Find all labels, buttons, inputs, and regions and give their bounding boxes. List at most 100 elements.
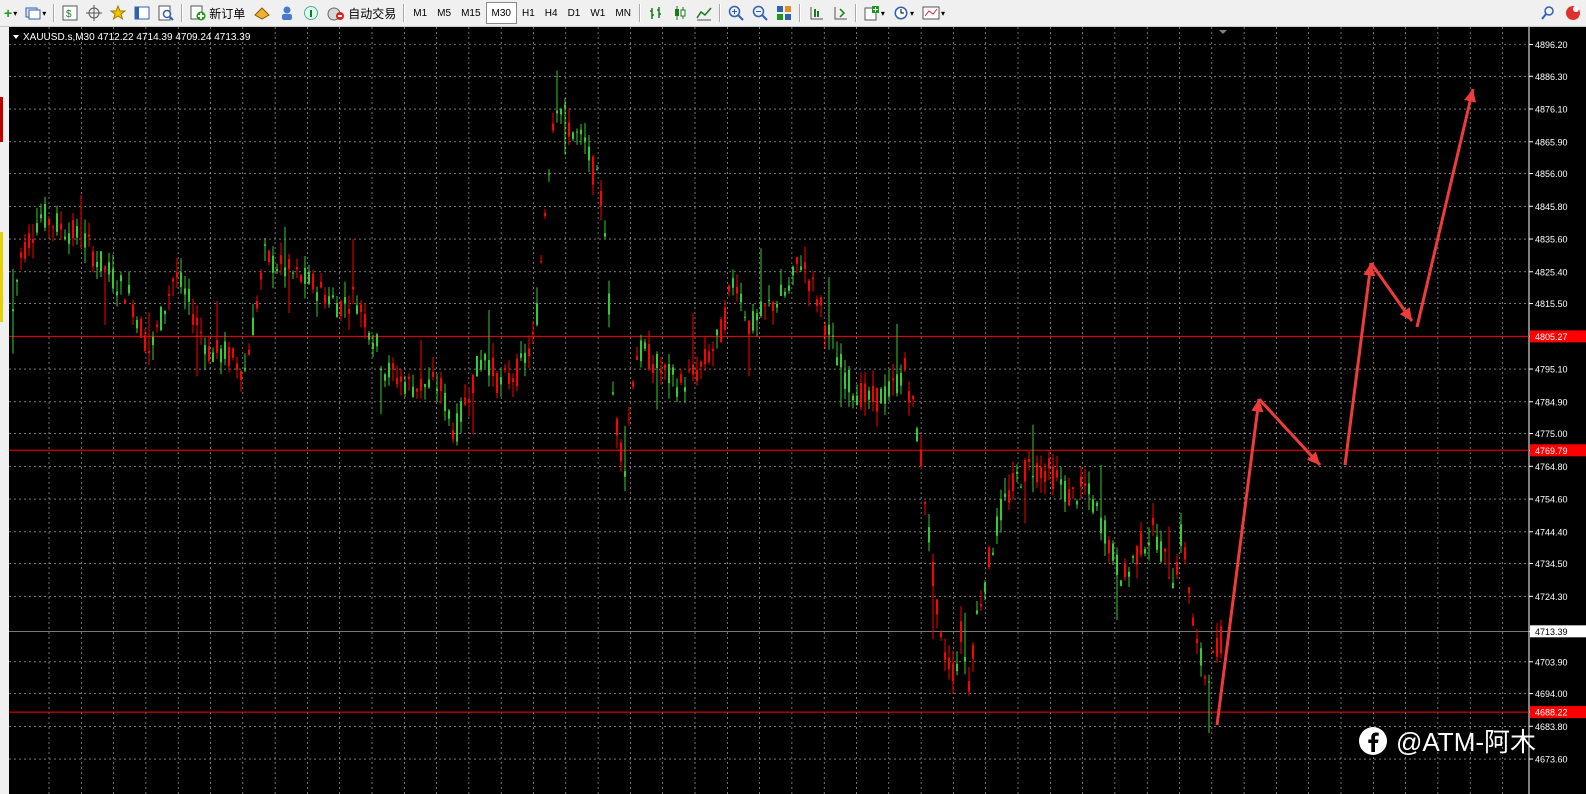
chart-shift-marker-icon[interactable] <box>1219 30 1227 34</box>
candle-body <box>768 299 770 302</box>
auto-scroll-button[interactable] <box>805 2 827 24</box>
forecast-arrows[interactable] <box>1215 88 1477 726</box>
forecast-arrow-segment[interactable] <box>1257 397 1322 467</box>
timeframe-m1[interactable]: M1 <box>408 3 432 23</box>
timeframe-h1[interactable]: H1 <box>517 3 540 23</box>
candle-body <box>152 336 154 346</box>
forecast-arrow-segment[interactable] <box>1343 262 1373 466</box>
timeframe-w1[interactable]: W1 <box>585 3 610 23</box>
autotrade-button[interactable]: 自动交易 <box>324 2 399 24</box>
candle-body <box>1128 571 1130 577</box>
periods-button[interactable]: ▾ <box>890 2 917 24</box>
navigator-button[interactable] <box>83 2 105 24</box>
indicators-button[interactable]: ▾ <box>861 2 888 24</box>
terminal-button[interactable] <box>131 2 153 24</box>
candle-chart-button[interactable] <box>669 2 691 24</box>
tile-windows-button[interactable] <box>773 2 795 24</box>
candle-body <box>488 360 490 376</box>
candle-body <box>868 390 870 400</box>
bar-chart-button[interactable] <box>645 2 667 24</box>
zoom-out-button[interactable] <box>749 2 771 24</box>
candle-body <box>668 364 670 384</box>
candle-body <box>1088 483 1090 495</box>
forecast-arrow-segment[interactable] <box>1415 88 1475 328</box>
new-chart-button[interactable]: + ▾ <box>1 2 20 24</box>
candle-body <box>216 340 218 353</box>
candle-body <box>784 291 786 296</box>
price-tick-label: 4775.00 <box>1535 429 1568 439</box>
candle-body <box>684 387 686 392</box>
candle-body <box>664 364 666 368</box>
chart-shift-button[interactable] <box>829 2 851 24</box>
candle-body <box>1140 531 1142 555</box>
timeframe-d1[interactable]: D1 <box>563 3 586 23</box>
candle-body <box>352 286 354 290</box>
candle-body <box>1144 549 1146 554</box>
new-order-button[interactable]: 新订单 <box>187 2 248 24</box>
candle-body <box>860 383 862 408</box>
candle-body <box>1084 483 1086 487</box>
notifications-button[interactable] <box>1561 2 1585 24</box>
candle-body <box>564 104 566 109</box>
candle-body <box>236 363 238 371</box>
timeframe-mn[interactable]: MN <box>610 3 636 23</box>
templates-button[interactable]: ▾ <box>919 2 948 24</box>
candle-body <box>856 395 858 406</box>
timeframe-h4[interactable]: H4 <box>540 3 563 23</box>
candle-body <box>1152 517 1154 525</box>
candle-body <box>480 359 482 370</box>
dropdown-triangle-icon[interactable] <box>13 35 19 39</box>
candle-body <box>228 346 230 366</box>
candle-body <box>284 267 286 277</box>
candle-body <box>688 370 690 372</box>
horizontal-lines[interactable] <box>9 335 1529 713</box>
candle-body <box>476 356 478 377</box>
candle-body <box>732 278 734 288</box>
auto-scroll-icon <box>810 7 823 20</box>
price-tick-label: 4683.80 <box>1535 722 1568 732</box>
market-watch-icon: $ <box>62 5 78 21</box>
candle-body <box>748 320 750 335</box>
symbol-info: XAUUSD.s,M30 4712.22 4714.39 4709.24 471… <box>23 32 251 43</box>
price-tick-label: 4724.30 <box>1535 592 1568 602</box>
candle-body <box>1056 470 1058 478</box>
favorites-button[interactable] <box>107 2 129 24</box>
forecast-arrow-segment[interactable] <box>1215 398 1261 726</box>
candle-body <box>516 358 518 387</box>
timeframe-m15[interactable]: M15 <box>456 3 485 23</box>
signals-button[interactable] <box>276 2 298 24</box>
candle-body <box>400 376 402 382</box>
price-chart[interactable]: 4896.20 4886.30 4876.10 4865.90 4856.00 4845.… <box>9 27 1586 794</box>
candle-body <box>132 304 134 318</box>
candle-body <box>1216 637 1218 657</box>
candle-body <box>656 353 658 369</box>
market-watch-button[interactable]: $ <box>59 2 81 24</box>
timeframe-m5[interactable]: M5 <box>432 3 456 23</box>
tester-button[interactable] <box>155 2 177 24</box>
zoom-in-button[interactable] <box>725 2 747 24</box>
candle-body <box>192 314 194 325</box>
candle-body <box>1008 490 1010 503</box>
candle-body <box>76 226 78 238</box>
timeframe-m30[interactable]: M30 <box>485 2 517 24</box>
metaeditor-button[interactable] <box>250 2 274 24</box>
candle-body <box>604 233 606 237</box>
candle-body <box>1012 473 1014 491</box>
candle-body <box>320 281 322 288</box>
radio-button[interactable] <box>300 2 322 24</box>
chart-canvas[interactable]: 4896.20 4886.30 4876.10 4865.90 4856.00 4845.… <box>9 27 1586 794</box>
candle-body <box>652 364 654 373</box>
candle-body <box>840 353 842 368</box>
price-tick-label: 4754.60 <box>1535 495 1568 505</box>
candle-body <box>1036 463 1038 483</box>
candle-body <box>1192 617 1194 626</box>
candle-body <box>724 307 726 330</box>
price-tick-label: 4815.50 <box>1535 299 1568 309</box>
symbol-header[interactable]: XAUUSD.s,M30 4712.22 4714.39 4709.24 471… <box>13 32 251 43</box>
candle-body <box>580 129 582 135</box>
candle-body <box>764 304 766 306</box>
candle-body <box>368 332 370 340</box>
line-chart-button[interactable] <box>693 2 715 24</box>
search-button[interactable] <box>1537 2 1559 24</box>
profiles-button[interactable]: ▾ <box>22 2 49 24</box>
